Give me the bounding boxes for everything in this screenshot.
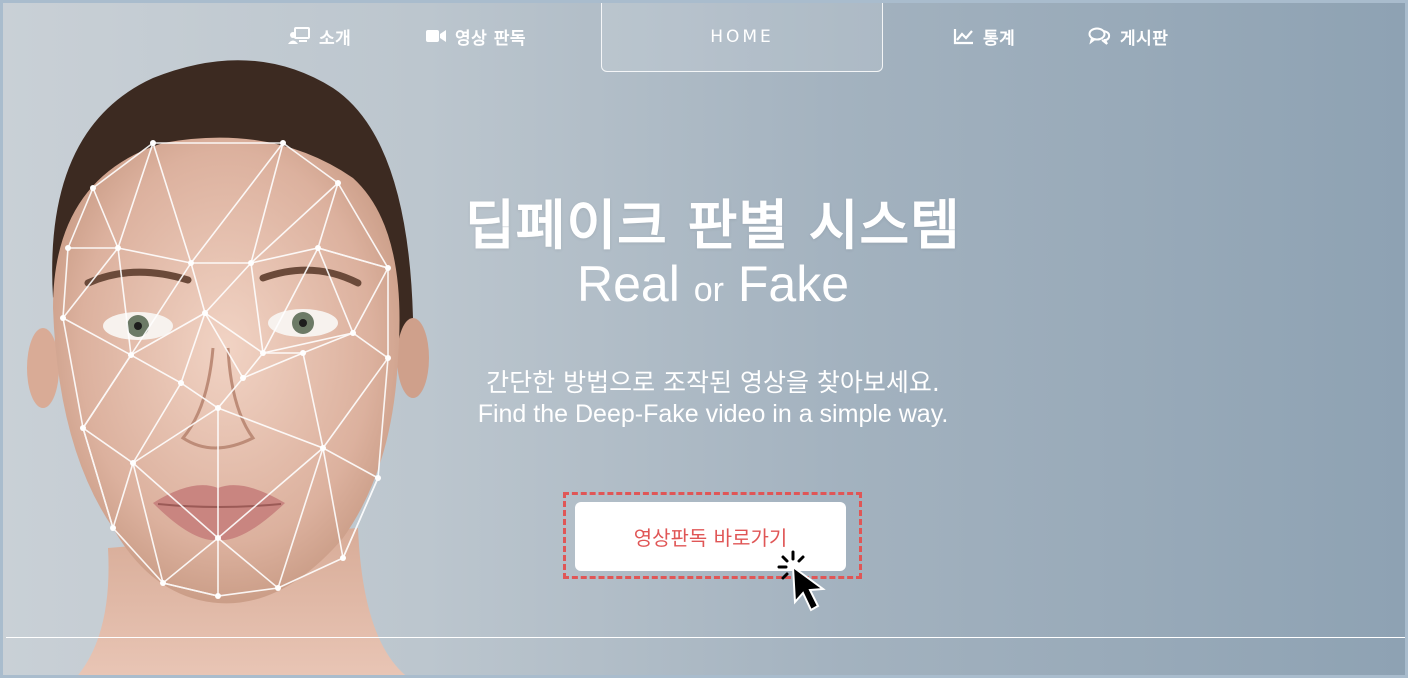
face-mesh-image xyxy=(27,60,429,675)
nav-item-stats[interactable]: 통계 xyxy=(953,23,1015,49)
nav-item-label: HOME xyxy=(710,27,774,47)
line-chart-icon xyxy=(953,27,975,45)
nav-item-label: 영상 판독 xyxy=(455,28,526,49)
chat-bubbles-icon xyxy=(1088,26,1112,46)
nav-item-intro[interactable]: 소개 xyxy=(287,23,351,49)
nav-item-home[interactable]: HOME xyxy=(601,3,883,72)
person-board-icon xyxy=(287,26,311,46)
nav-item-label: 통계 xyxy=(983,28,1016,49)
hero-subtitle-fake: Fake xyxy=(737,256,850,312)
nav-item-video-detect[interactable]: 영상 판독 xyxy=(425,23,526,49)
hero-description-english: Find the Deep-Fake video in a simple way… xyxy=(477,400,949,428)
divider-line xyxy=(6,637,1405,638)
page-frame: 소개 영상 판독 HOME 통계 게시판 딥페이크 판별 시스템 Real or… xyxy=(0,0,1408,678)
hero-subtitle: Real or Fake xyxy=(433,255,993,313)
click-cursor-icon xyxy=(777,550,826,612)
nav-item-label: 소개 xyxy=(319,28,352,49)
hero-title: 딥페이크 판별 시스템 xyxy=(465,194,961,257)
hero-subtitle-or: or xyxy=(693,271,724,309)
hero-description-korean: 간단한 방법으로 조작된 영상을 찾아보세요. xyxy=(486,368,940,397)
nav-item-board[interactable]: 게시판 xyxy=(1088,23,1168,49)
hero-subtitle-real: Real xyxy=(576,256,680,312)
video-camera-icon xyxy=(425,28,447,44)
nav-item-label: 게시판 xyxy=(1120,28,1169,49)
